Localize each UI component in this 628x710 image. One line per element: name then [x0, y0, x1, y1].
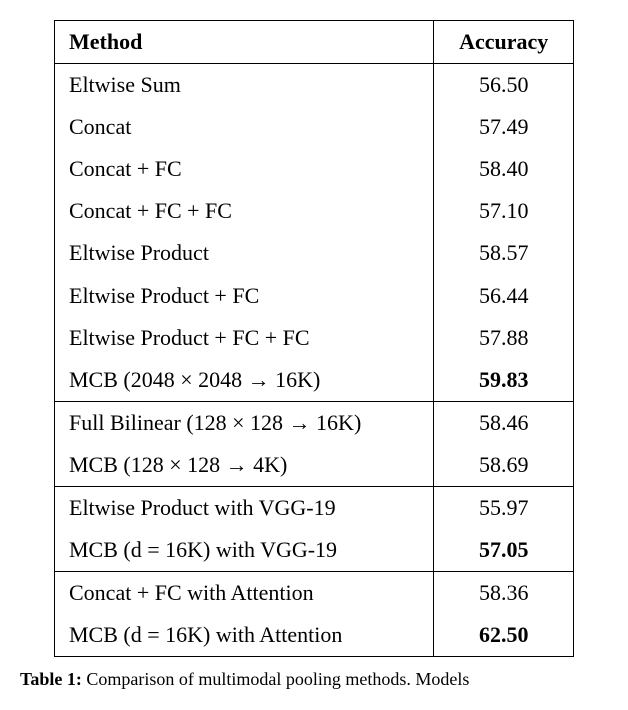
method-cell: Concat + FC + FC — [55, 190, 434, 232]
caption-text: Comparison of multimodal pooling methods… — [82, 669, 469, 689]
accuracy-cell: 57.10 — [434, 190, 574, 232]
table-row: Eltwise Product + FC + FC57.88 — [55, 317, 574, 359]
header-method: Method — [55, 21, 434, 64]
method-cell: MCB (128 × 128 → 4K) — [55, 444, 434, 487]
table-row: MCB (2048 × 2048 → 16K)59.83 — [55, 359, 574, 402]
table-row: MCB (d = 16K) with Attention62.50 — [55, 614, 574, 657]
table-row: Full Bilinear (128 × 128 → 16K)58.46 — [55, 401, 574, 444]
table-row: MCB (d = 16K) with VGG-1957.05 — [55, 529, 574, 572]
accuracy-cell: 55.97 — [434, 487, 574, 530]
method-cell: Eltwise Product + FC + FC — [55, 317, 434, 359]
table-row: Concat57.49 — [55, 106, 574, 148]
method-cell: Concat — [55, 106, 434, 148]
table-row: MCB (128 × 128 → 4K)58.69 — [55, 444, 574, 487]
table-row: Eltwise Sum56.50 — [55, 64, 574, 107]
accuracy-cell: 58.69 — [434, 444, 574, 487]
caption-label: Table 1: — [20, 669, 82, 689]
table-row: Eltwise Product + FC56.44 — [55, 275, 574, 317]
accuracy-cell: 62.50 — [434, 614, 574, 657]
accuracy-cell: 58.36 — [434, 572, 574, 615]
accuracy-cell: 57.49 — [434, 106, 574, 148]
method-cell: Eltwise Sum — [55, 64, 434, 107]
results-table: Method Accuracy Eltwise Sum56.50Concat57… — [54, 20, 574, 657]
accuracy-cell: 58.40 — [434, 148, 574, 190]
accuracy-cell: 56.50 — [434, 64, 574, 107]
table-row: Concat + FC with Attention58.36 — [55, 572, 574, 615]
table-row: Concat + FC58.40 — [55, 148, 574, 190]
accuracy-cell: 58.57 — [434, 232, 574, 274]
method-cell: Eltwise Product + FC — [55, 275, 434, 317]
method-cell: Eltwise Product with VGG-19 — [55, 487, 434, 530]
table-caption: Table 1: Comparison of multimodal poolin… — [20, 669, 608, 690]
table-row: Eltwise Product with VGG-1955.97 — [55, 487, 574, 530]
method-cell: MCB (2048 × 2048 → 16K) — [55, 359, 434, 402]
method-cell: Concat + FC — [55, 148, 434, 190]
accuracy-cell: 56.44 — [434, 275, 574, 317]
table-row: Concat + FC + FC57.10 — [55, 190, 574, 232]
method-cell: MCB (d = 16K) with VGG-19 — [55, 529, 434, 572]
method-cell: MCB (d = 16K) with Attention — [55, 614, 434, 657]
accuracy-cell: 57.88 — [434, 317, 574, 359]
table-body: Eltwise Sum56.50Concat57.49Concat + FC58… — [55, 64, 574, 657]
table-row: Eltwise Product58.57 — [55, 232, 574, 274]
accuracy-cell: 57.05 — [434, 529, 574, 572]
header-accuracy: Accuracy — [434, 21, 574, 64]
table-header-row: Method Accuracy — [55, 21, 574, 64]
method-cell: Eltwise Product — [55, 232, 434, 274]
accuracy-cell: 59.83 — [434, 359, 574, 402]
method-cell: Concat + FC with Attention — [55, 572, 434, 615]
accuracy-cell: 58.46 — [434, 401, 574, 444]
method-cell: Full Bilinear (128 × 128 → 16K) — [55, 401, 434, 444]
